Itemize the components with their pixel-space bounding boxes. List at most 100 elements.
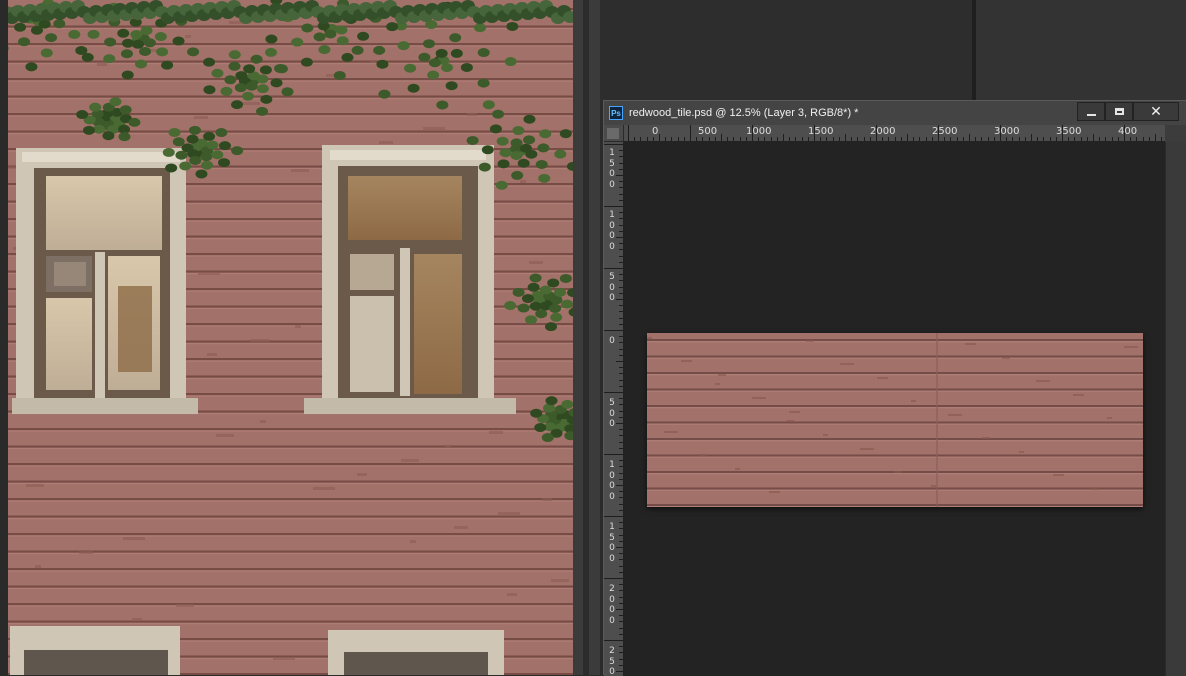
ruler-tick xyxy=(832,137,834,141)
ruler-tick xyxy=(604,268,623,269)
ruler-tick xyxy=(1155,134,1156,141)
wood-house-photo xyxy=(0,0,573,675)
empty-panel xyxy=(600,0,972,100)
ruler-tick xyxy=(1062,125,1063,141)
ruler-tick xyxy=(1006,137,1008,141)
ruler-tick xyxy=(619,522,623,524)
ruler-tick xyxy=(619,466,623,468)
ruler-tick xyxy=(1093,134,1094,141)
ruler-tick xyxy=(619,398,623,400)
document-canvas[interactable] xyxy=(624,142,1165,676)
minimize-button[interactable] xyxy=(1077,102,1105,121)
ruler-tick xyxy=(950,137,952,141)
ruler-tick xyxy=(925,137,927,141)
wood-tile-image[interactable] xyxy=(647,333,1143,507)
ruler-tick xyxy=(640,137,642,141)
window-edge xyxy=(0,0,8,675)
ruler-tick xyxy=(619,311,623,313)
ruler-tick xyxy=(619,503,623,505)
ruler-tick xyxy=(770,137,772,141)
ruler-tick xyxy=(619,323,623,325)
ruler-tick xyxy=(745,137,747,141)
ruler-label: 500 xyxy=(609,272,615,303)
tile-texture xyxy=(647,333,1143,507)
horizontal-ruler[interactable]: 0 500 1000 1500 2000 2500 3000 3500 400 xyxy=(624,125,1165,142)
ruler-tick xyxy=(764,137,766,141)
ruler-tick xyxy=(1161,137,1163,141)
ruler-tick xyxy=(619,181,623,183)
document-titlebar[interactable]: Ps redwood_tile.psd @ 12.5% (Layer 3, RG… xyxy=(604,101,1186,125)
workspace-background xyxy=(600,0,1186,100)
ruler-tick xyxy=(683,137,685,141)
ruler-tick xyxy=(619,590,623,592)
ruler-tick xyxy=(659,134,660,141)
ruler-tick xyxy=(619,261,623,263)
ruler-tick xyxy=(733,137,735,141)
ruler-tick xyxy=(619,602,623,604)
ruler-tick xyxy=(616,423,623,424)
ruler-tick xyxy=(851,137,853,141)
ruler-tick xyxy=(938,125,939,141)
ruler-tick xyxy=(619,658,623,660)
ruler-tick xyxy=(714,137,716,141)
ruler-tick xyxy=(619,416,623,418)
ruler-tick xyxy=(619,559,623,561)
ruler-tick xyxy=(619,429,623,431)
ruler-tick xyxy=(907,134,908,141)
ruler-tick xyxy=(1099,137,1101,141)
ruler-tick xyxy=(739,137,741,141)
ruler-tick xyxy=(619,447,623,449)
ruler-tick xyxy=(987,137,989,141)
ruler-tick xyxy=(619,478,623,480)
window-right xyxy=(304,145,516,414)
document-title: redwood_tile.psd @ 12.5% (Layer 3, RGB/8… xyxy=(629,107,859,119)
ruler-label: 1000 xyxy=(609,460,615,502)
ruler-tick xyxy=(944,137,946,141)
ruler-label: 1000 xyxy=(609,210,615,252)
ruler-tick xyxy=(1074,137,1076,141)
ruler-label: 3000 xyxy=(994,126,1020,137)
maximize-button[interactable] xyxy=(1105,102,1133,121)
ruler-tick xyxy=(1142,137,1144,141)
ruler-origin[interactable] xyxy=(604,125,624,142)
scroll-rail[interactable] xyxy=(583,0,589,675)
ruler-tick xyxy=(894,137,896,141)
ruler-tick xyxy=(604,454,623,455)
ruler-tick xyxy=(619,336,623,338)
ruler-tick xyxy=(619,187,623,189)
ruler-tick xyxy=(1086,137,1088,141)
vertical-scrollbar[interactable] xyxy=(1165,142,1186,676)
ruler-tick xyxy=(619,534,623,536)
ruler-tick xyxy=(789,137,791,141)
ruler-tick xyxy=(619,528,623,530)
ruler-tick xyxy=(913,137,915,141)
ruler-tick xyxy=(677,137,679,141)
ruler-tick xyxy=(646,137,648,141)
ruler-tick xyxy=(619,317,623,319)
ruler-tick xyxy=(931,137,933,141)
ruler-label: 500 xyxy=(698,126,718,137)
ruler-label: 500 xyxy=(609,398,615,429)
ruler-tick xyxy=(619,249,623,251)
ruler-tick xyxy=(696,137,698,141)
ruler-tick xyxy=(783,134,784,141)
ruler-tick xyxy=(807,137,809,141)
photoshop-icon: Ps xyxy=(609,106,623,120)
ruler-tick xyxy=(619,460,623,462)
ruler-tick xyxy=(619,243,623,245)
ruler-tick xyxy=(619,379,623,381)
vertical-ruler[interactable]: 1500 1000 500 0 500 1000 1500 2000 2500 xyxy=(604,142,624,676)
ruler-tick xyxy=(619,150,623,152)
ruler-tick xyxy=(619,385,623,387)
ruler-tick xyxy=(1055,137,1057,141)
ruler-tick xyxy=(1031,134,1032,141)
close-button[interactable]: ✕ xyxy=(1133,102,1179,121)
ruler-tick xyxy=(619,162,623,164)
ruler-tick xyxy=(993,137,995,141)
ruler-tick xyxy=(820,137,822,141)
ruler-tick xyxy=(876,125,877,141)
document-window[interactable]: Ps redwood_tile.psd @ 12.5% (Layer 3, RG… xyxy=(603,100,1186,676)
ruler-tick xyxy=(628,125,629,141)
ruler-label: 0 xyxy=(609,336,615,346)
ruler-tick xyxy=(1080,137,1082,141)
